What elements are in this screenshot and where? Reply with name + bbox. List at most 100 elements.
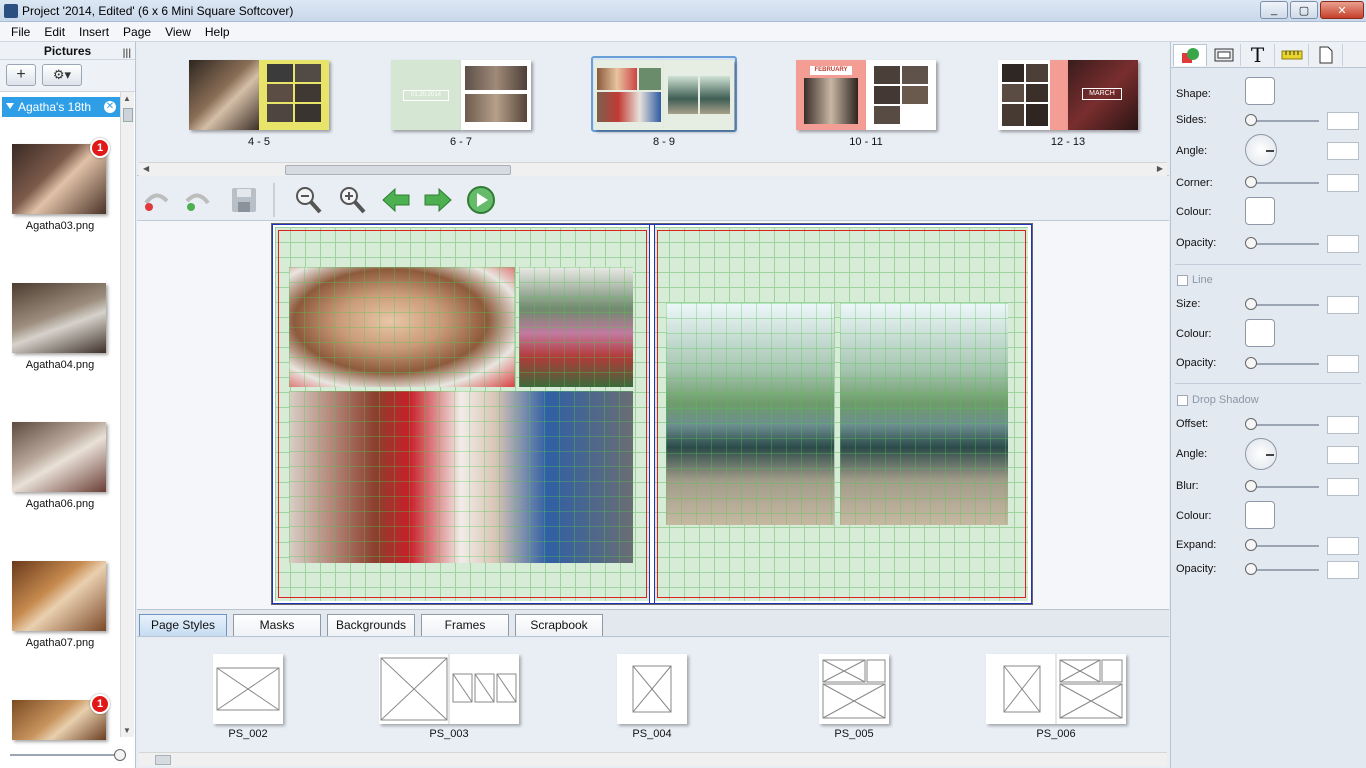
scroll-thumb[interactable]: [285, 165, 511, 175]
shadow-angle-dial[interactable]: [1245, 438, 1277, 470]
frame-tab-icon[interactable]: [1207, 44, 1241, 66]
shadow-expand-slider[interactable]: [1245, 539, 1319, 551]
sides-field[interactable]: [1327, 112, 1359, 130]
spread-thumbnail[interactable]: 01.20.2014: [391, 60, 531, 130]
photo-frame[interactable]: [840, 303, 1008, 525]
settings-button[interactable]: ⚙▾: [42, 64, 82, 86]
picture-thumbnail[interactable]: [12, 561, 106, 631]
scroll-up-icon[interactable]: ▲: [123, 94, 131, 103]
opacity-field[interactable]: [1327, 235, 1359, 253]
slider-knob[interactable]: [1245, 563, 1257, 575]
slider-knob[interactable]: [1245, 539, 1257, 551]
shape-picker[interactable]: [1245, 77, 1275, 105]
menu-insert[interactable]: Insert: [72, 25, 116, 39]
undo-icon[interactable]: [141, 185, 171, 215]
shadow-offset-field[interactable]: [1327, 416, 1359, 434]
corner-field[interactable]: [1327, 174, 1359, 192]
drop-shadow-checkbox[interactable]: [1177, 395, 1188, 406]
previous-page-icon[interactable]: [381, 185, 411, 215]
menu-file[interactable]: File: [4, 25, 37, 39]
tab-scrapbook[interactable]: Scrapbook: [515, 614, 603, 636]
photo-frame[interactable]: [289, 267, 515, 387]
page-thumbnail[interactable]: FEBRUARY: [796, 60, 866, 130]
slider-knob[interactable]: [1245, 176, 1257, 188]
shadow-angle-field[interactable]: [1327, 446, 1359, 464]
angle-field[interactable]: [1327, 142, 1359, 160]
maximize-button[interactable]: ▢: [1290, 1, 1318, 19]
photo-frame[interactable]: [666, 303, 834, 525]
page-thumbnail[interactable]: [866, 60, 936, 130]
angle-dial[interactable]: [1245, 134, 1277, 166]
add-picture-button[interactable]: +: [6, 64, 36, 86]
shapes-tab-icon[interactable]: [1173, 44, 1207, 66]
page-thumbnail[interactable]: [189, 60, 259, 130]
slider-knob[interactable]: [1245, 237, 1257, 249]
page-thumbnail[interactable]: [664, 60, 734, 130]
page-thumbnail[interactable]: MARCH: [1068, 60, 1138, 130]
photo-frame[interactable]: [289, 391, 633, 563]
spread-thumbnail[interactable]: FEBRUARY: [796, 60, 936, 130]
text-tab-icon[interactable]: T: [1241, 43, 1275, 67]
menu-edit[interactable]: Edit: [37, 25, 72, 39]
line-opacity-slider[interactable]: [1245, 357, 1319, 369]
play-slideshow-icon[interactable]: [466, 185, 496, 215]
close-button[interactable]: ✕: [1320, 1, 1364, 19]
picture-item[interactable]: 1 Agatha03.png: [12, 138, 110, 232]
page-thumbnail[interactable]: [259, 60, 329, 130]
page-thumbnail[interactable]: [594, 60, 664, 130]
tab-backgrounds[interactable]: Backgrounds: [327, 614, 415, 636]
right-page[interactable]: [654, 227, 1028, 601]
menu-help[interactable]: Help: [198, 25, 237, 39]
line-size-slider[interactable]: [1245, 298, 1319, 310]
minimize-button[interactable]: _: [1260, 1, 1288, 19]
scroll-left-icon[interactable]: ◀: [143, 164, 149, 173]
opacity-slider[interactable]: [1245, 237, 1319, 249]
slider-knob[interactable]: [1245, 357, 1257, 369]
slider-knob[interactable]: [1245, 418, 1257, 430]
zoom-in-icon[interactable]: [337, 185, 367, 215]
page-style-thumbnail[interactable]: [213, 654, 283, 724]
shadow-opacity-slider[interactable]: [1245, 563, 1319, 575]
page-thumbnail[interactable]: [998, 60, 1068, 130]
picture-thumbnail[interactable]: 1: [12, 138, 110, 214]
shadow-blur-slider[interactable]: [1245, 480, 1319, 492]
photo-frame[interactable]: [519, 267, 633, 387]
next-page-icon[interactable]: [423, 185, 453, 215]
picture-item[interactable]: Agatha06.png: [12, 422, 108, 510]
slider-knob[interactable]: [1245, 480, 1257, 492]
slider-knob[interactable]: [1245, 298, 1257, 310]
picture-item[interactable]: Agatha07.png: [12, 561, 108, 649]
colour-swatch[interactable]: [1245, 197, 1275, 225]
ruler-tab-icon[interactable]: [1275, 44, 1309, 66]
album-tab[interactable]: Agatha's 18th ✕: [2, 97, 120, 117]
scroll-thumb[interactable]: [123, 108, 133, 122]
spread-thumbnail[interactable]: [189, 60, 329, 130]
line-colour-swatch[interactable]: [1245, 319, 1275, 347]
scroll-thumb[interactable]: [155, 755, 171, 765]
picture-item[interactable]: 1: [12, 694, 110, 742]
page-style-thumbnail[interactable]: [819, 654, 889, 724]
left-page[interactable]: [275, 227, 649, 601]
page-style-thumbnail[interactable]: [379, 654, 519, 724]
slider-knob[interactable]: [114, 749, 126, 761]
scroll-right-icon[interactable]: ▶: [1157, 164, 1163, 173]
line-opacity-field[interactable]: [1327, 355, 1359, 373]
tab-masks[interactable]: Masks: [233, 614, 321, 636]
spread-thumbnail[interactable]: MARCH: [998, 60, 1138, 130]
shadow-colour-swatch[interactable]: [1245, 501, 1275, 529]
shadow-opacity-field[interactable]: [1327, 561, 1359, 579]
line-checkbox[interactable]: [1177, 275, 1188, 286]
thumbnail-size-slider[interactable]: [10, 749, 126, 761]
picture-thumbnail[interactable]: [12, 283, 106, 353]
page-thumbnail[interactable]: [461, 60, 531, 130]
picture-thumbnail[interactable]: 1: [12, 694, 110, 740]
line-size-field[interactable]: [1327, 296, 1359, 314]
page-tab-icon[interactable]: [1309, 44, 1343, 66]
menu-page[interactable]: Page: [116, 25, 158, 39]
tab-frames[interactable]: Frames: [421, 614, 509, 636]
picture-item[interactable]: Agatha04.png: [12, 283, 108, 371]
shadow-offset-slider[interactable]: [1245, 418, 1319, 430]
corner-slider[interactable]: [1245, 176, 1319, 188]
page-styles-scrollbar[interactable]: [139, 752, 1167, 766]
page-strip-scrollbar[interactable]: ◀ ▶: [139, 162, 1167, 176]
